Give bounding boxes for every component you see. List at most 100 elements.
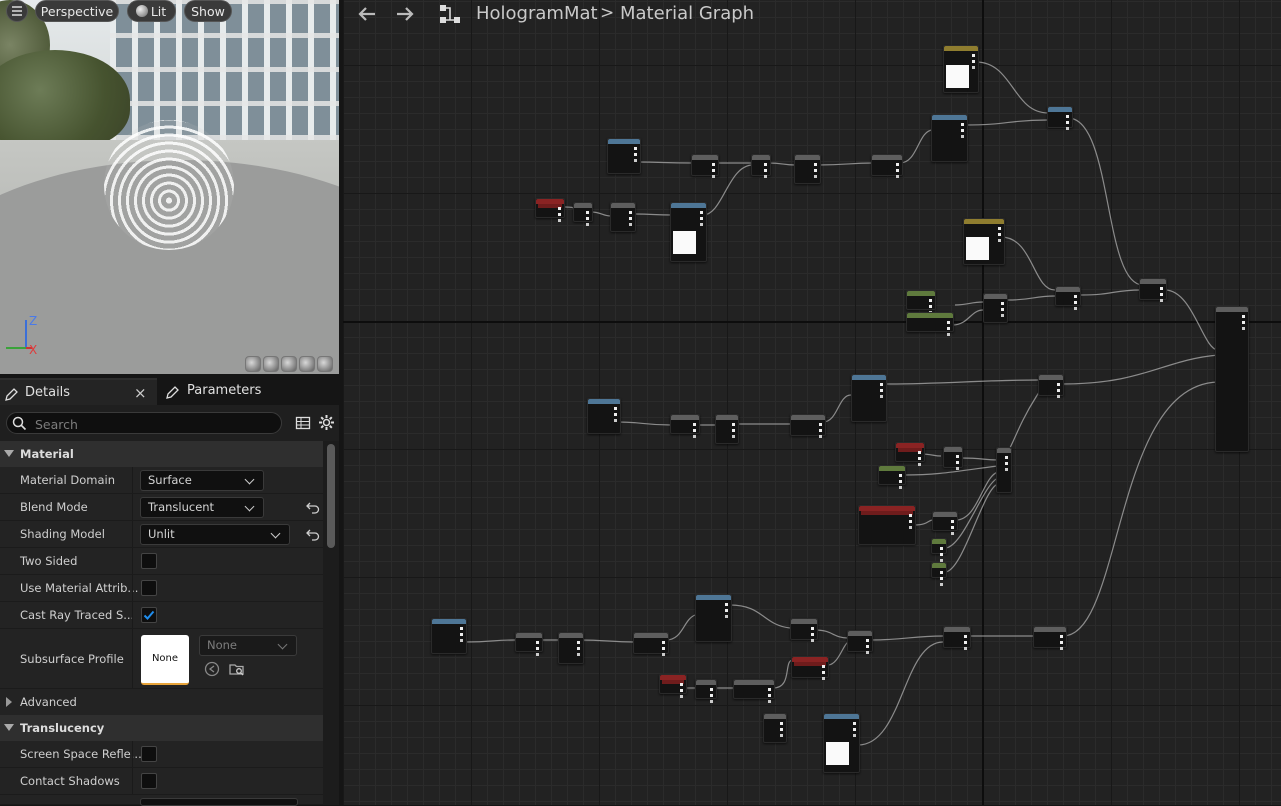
graph-node[interactable] (670, 202, 707, 262)
use-selected-asset-icon[interactable] (204, 661, 220, 680)
graph-node[interactable] (895, 442, 925, 462)
hamburger-icon[interactable] (6, 0, 28, 22)
material-preview-viewport[interactable]: Perspective Lit Show Z X (0, 0, 339, 374)
graph-node[interactable] (790, 618, 818, 640)
graph-node[interactable] (823, 713, 860, 773)
graph-node[interactable] (535, 198, 565, 218)
graph-node[interactable] (633, 632, 669, 654)
use-material-attributes-checkbox[interactable] (141, 580, 157, 596)
graph-node[interactable] (558, 632, 584, 664)
cast-ray-traced-shadows-checkbox[interactable] (141, 607, 157, 623)
graph-node[interactable] (610, 202, 636, 232)
graph-node[interactable] (794, 154, 821, 184)
mesh-preview-icon[interactable] (317, 356, 333, 372)
material-result-node[interactable] (1215, 306, 1249, 452)
search-icon (12, 416, 27, 434)
prop-shading-model: Shading Model Unlit (0, 521, 323, 548)
subsurface-profile-thumbnail[interactable]: None (141, 635, 189, 685)
prop-contact-shadows: Contact Shadows (0, 768, 323, 795)
arrow-right-icon[interactable] (395, 5, 415, 23)
graph-node[interactable] (906, 312, 954, 332)
graph-node[interactable] (931, 562, 947, 578)
graph-node[interactable] (431, 618, 467, 654)
graph-node[interactable] (931, 538, 947, 554)
search-box[interactable] (6, 412, 282, 434)
graph-node[interactable] (751, 154, 771, 176)
sphere-preview-icon[interactable] (263, 356, 279, 372)
prop-divider (132, 629, 133, 688)
arrow-left-icon[interactable] (357, 5, 377, 23)
graph-node[interactable] (943, 626, 971, 648)
graph-node[interactable] (983, 293, 1008, 323)
axis-z-label: Z (29, 314, 38, 328)
contact-shadows-checkbox[interactable] (141, 773, 157, 789)
cube-preview-icon[interactable] (299, 356, 315, 372)
details-scrollbar[interactable] (327, 444, 335, 548)
graph-node[interactable] (996, 447, 1012, 493)
reset-to-default-icon[interactable] (306, 500, 320, 514)
breadcrumb-separator: > (600, 3, 615, 23)
subsurface-profile-dropdown[interactable]: None (199, 635, 297, 656)
graph-node[interactable] (791, 656, 829, 678)
browse-asset-icon[interactable] (229, 661, 245, 680)
graph-node[interactable] (515, 632, 543, 652)
graph-node[interactable] (858, 505, 916, 545)
graph-node[interactable] (1047, 106, 1073, 128)
two-sided-checkbox[interactable] (141, 553, 157, 569)
prop-label: Subsurface Profile (20, 652, 124, 666)
show-button[interactable]: Show (184, 0, 232, 22)
chevron-down-icon (244, 474, 255, 485)
graph-node[interactable] (1033, 626, 1067, 648)
breadcrumb-root[interactable]: HologramMat (476, 3, 598, 24)
blend-mode-dropdown[interactable]: Translucent (140, 497, 264, 518)
material-domain-dropdown[interactable]: Surface (140, 470, 264, 491)
graph-node[interactable] (607, 138, 641, 174)
prop-divider (132, 494, 133, 520)
graph-node[interactable] (943, 446, 963, 468)
graph-node[interactable] (691, 154, 719, 176)
graph-node[interactable] (906, 290, 936, 310)
section-material[interactable]: Material (0, 441, 323, 467)
tab-details[interactable]: Details × (0, 378, 157, 407)
breadcrumb-leaf[interactable]: Material Graph (620, 3, 754, 24)
section-advanced[interactable]: Advanced (0, 689, 323, 715)
material-graph-canvas[interactable]: HologramMat > Material Graph (343, 0, 1281, 805)
graph-node[interactable] (695, 679, 717, 699)
tab-parameters[interactable]: Parameters (160, 378, 280, 405)
graph-node[interactable] (1038, 374, 1064, 396)
graph-node[interactable] (871, 154, 903, 176)
graph-node[interactable] (695, 594, 732, 642)
graph-node[interactable] (659, 674, 687, 694)
graph-node[interactable] (932, 511, 958, 531)
graph-node[interactable] (963, 218, 1005, 265)
graph-node[interactable] (587, 398, 621, 434)
graph-node[interactable] (1139, 278, 1167, 300)
search-input[interactable] (33, 415, 277, 433)
perspective-button[interactable]: Perspective (35, 0, 119, 22)
viewport-toolbar: Perspective Lit Show (0, 0, 339, 24)
screen-space-reflections-checkbox[interactable] (141, 746, 157, 762)
graph-node[interactable] (847, 630, 873, 652)
graph-node[interactable] (878, 465, 906, 485)
graph-node[interactable] (931, 114, 968, 162)
cylinder-preview-icon[interactable] (245, 356, 261, 372)
graph-node[interactable] (670, 414, 700, 434)
graph-node[interactable] (733, 679, 775, 699)
graph-node[interactable] (1055, 286, 1081, 306)
shading-model-dropdown[interactable]: Unlit (140, 524, 290, 545)
graph-node[interactable] (763, 713, 787, 743)
lit-button[interactable]: Lit (127, 0, 176, 22)
close-icon[interactable]: × (134, 380, 147, 406)
plane-preview-icon[interactable] (281, 356, 297, 372)
node-subheader (794, 662, 826, 666)
graph-node[interactable] (851, 374, 887, 422)
section-translucency[interactable]: Translucency (0, 715, 323, 741)
graph-node[interactable] (790, 414, 826, 436)
prop-divider (132, 602, 133, 628)
graph-node[interactable] (943, 45, 979, 93)
graph-node[interactable] (715, 414, 739, 444)
table-view-icon[interactable] (295, 415, 311, 434)
reset-to-default-icon[interactable] (306, 527, 320, 541)
settings-gear-icon[interactable] (318, 414, 335, 434)
graph-node[interactable] (573, 202, 593, 222)
